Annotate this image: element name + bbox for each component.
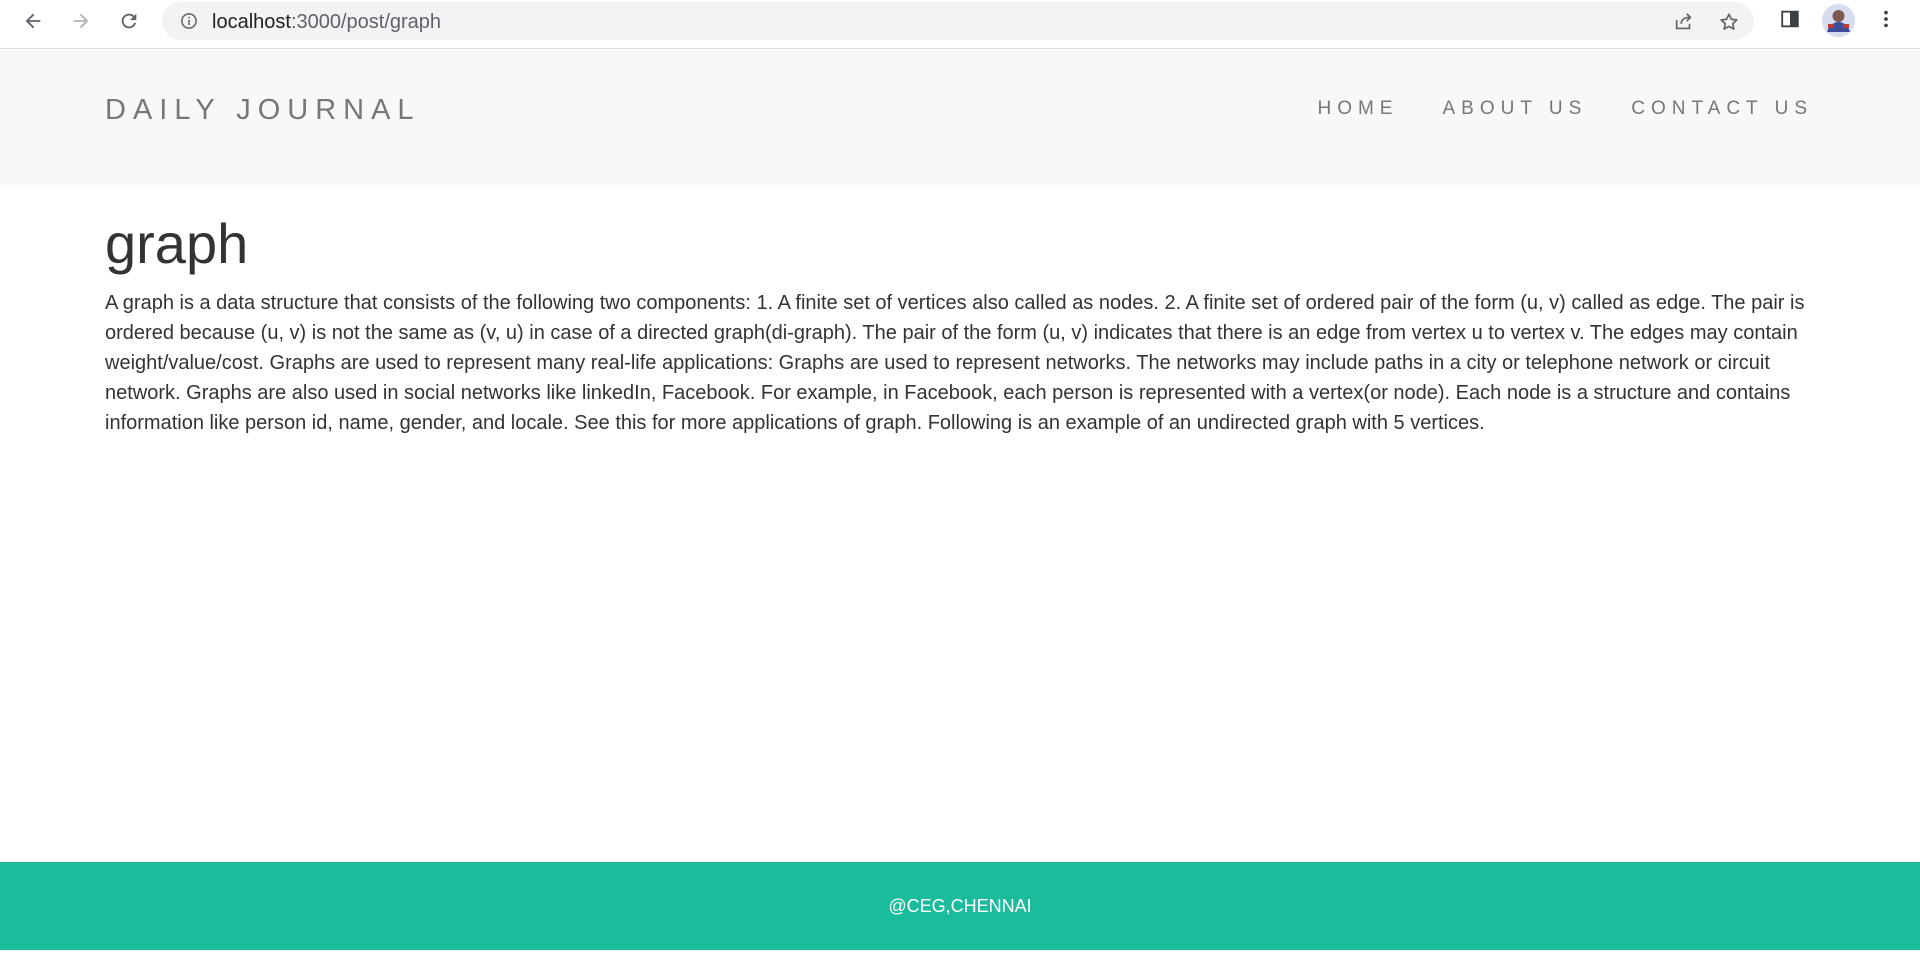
more-vert-icon — [1875, 8, 1897, 35]
nav-home[interactable]: HOME — [1317, 98, 1398, 120]
profile-avatar[interactable] — [1822, 4, 1855, 37]
address-bar[interactable]: localhost:3000/post/graph — [162, 2, 1754, 40]
back-button[interactable] — [18, 6, 48, 36]
share-icon[interactable] — [1671, 9, 1697, 35]
info-icon[interactable] — [180, 12, 198, 30]
more-menu-button[interactable] — [1871, 6, 1901, 36]
url-path: :3000/post/graph — [290, 11, 442, 33]
side-panel-button[interactable] — [1775, 6, 1805, 36]
footer: @CEG,CHENNAI — [0, 862, 1920, 950]
main-nav: HOME ABOUT US CONTACT US — [1273, 98, 1813, 120]
nav-about-us[interactable]: ABOUT US — [1442, 98, 1587, 120]
brand-logo[interactable]: DAILY JOURNAL — [105, 94, 421, 127]
nav-contact-us[interactable]: CONTACT US — [1631, 98, 1813, 120]
url-host: localhost — [212, 11, 291, 33]
forward-arrow-icon — [70, 10, 92, 32]
reload-icon — [118, 10, 140, 32]
star-icon[interactable] — [1716, 9, 1742, 35]
back-arrow-icon — [22, 10, 44, 32]
browser-toolbar: localhost:3000/post/graph — [0, 0, 1920, 49]
post-content: graph A graph is a data structure that c… — [105, 210, 1815, 438]
reload-button[interactable] — [114, 6, 144, 36]
post-body: A graph is a data structure that consist… — [105, 292, 1805, 434]
forward-button[interactable] — [66, 6, 96, 36]
side-panel-icon — [1779, 8, 1801, 35]
site-header: DAILY JOURNAL HOME ABOUT US CONTACT US — [0, 50, 1920, 185]
footer-text: @CEG,CHENNAI — [888, 895, 1032, 916]
url-text[interactable]: localhost:3000/post/graph — [212, 11, 441, 34]
post-title: graph — [105, 212, 249, 275]
